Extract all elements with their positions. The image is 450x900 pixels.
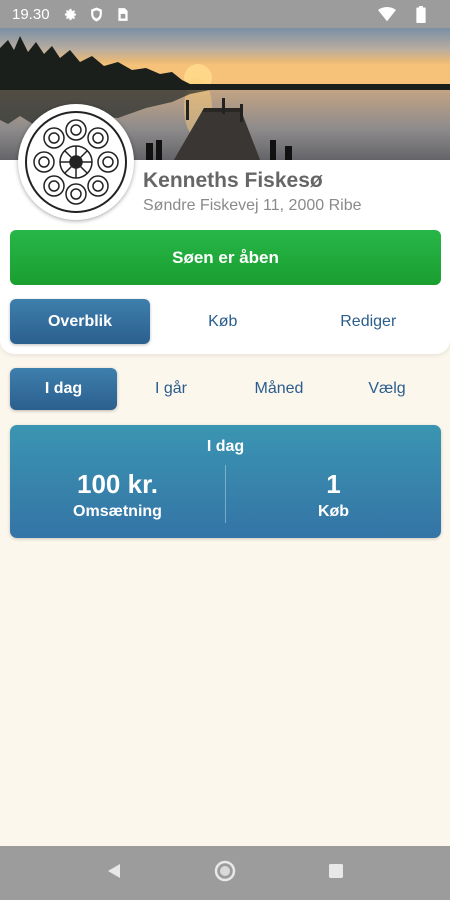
tab-kob[interactable]: Køb	[150, 299, 296, 344]
lake-name: Kenneths Fiskesø	[143, 169, 323, 192]
purchases-stat: 1 Køb	[226, 469, 441, 521]
period-choose[interactable]: Vælg	[333, 368, 441, 410]
purchases-value: 1	[326, 469, 341, 499]
home-icon[interactable]	[214, 860, 236, 887]
revenue-label: Omsætning	[73, 503, 162, 520]
recents-icon[interactable]	[327, 862, 345, 885]
shield-icon	[88, 6, 106, 22]
revenue-stat: 100 kr. Omsætning	[10, 469, 225, 521]
sim-card-icon	[114, 6, 132, 22]
status-bar: 19.30	[0, 0, 450, 28]
status-time: 19.30	[12, 5, 50, 23]
lake-logo-avatar	[18, 104, 134, 220]
wifi-icon	[378, 6, 396, 22]
settings-gear-icon	[62, 6, 80, 22]
system-nav-bar	[0, 846, 450, 900]
lake-address: Søndre Fiskevej 11, 2000 Ribe	[143, 197, 362, 214]
period-today[interactable]: I dag	[10, 368, 117, 410]
tab-rediger[interactable]: Rediger	[296, 299, 442, 344]
tab-overblik[interactable]: Overblik	[10, 299, 150, 344]
period-yesterday[interactable]: I går	[117, 368, 225, 410]
stats-card: I dag 100 kr. Omsætning 1 Køb	[10, 425, 441, 538]
purchases-label: Køb	[317, 503, 350, 520]
main-tabs: Overblik Køb Rediger	[10, 299, 441, 344]
lake-status-button[interactable]: Søen er åben	[10, 230, 441, 285]
battery-icon	[412, 5, 430, 23]
period-selector: I dag I går Måned Vælg	[10, 368, 441, 410]
back-icon[interactable]	[105, 862, 123, 885]
stats-title: I dag	[206, 438, 245, 455]
period-month[interactable]: Måned	[225, 368, 333, 410]
revenue-value: 100 kr.	[77, 469, 158, 499]
